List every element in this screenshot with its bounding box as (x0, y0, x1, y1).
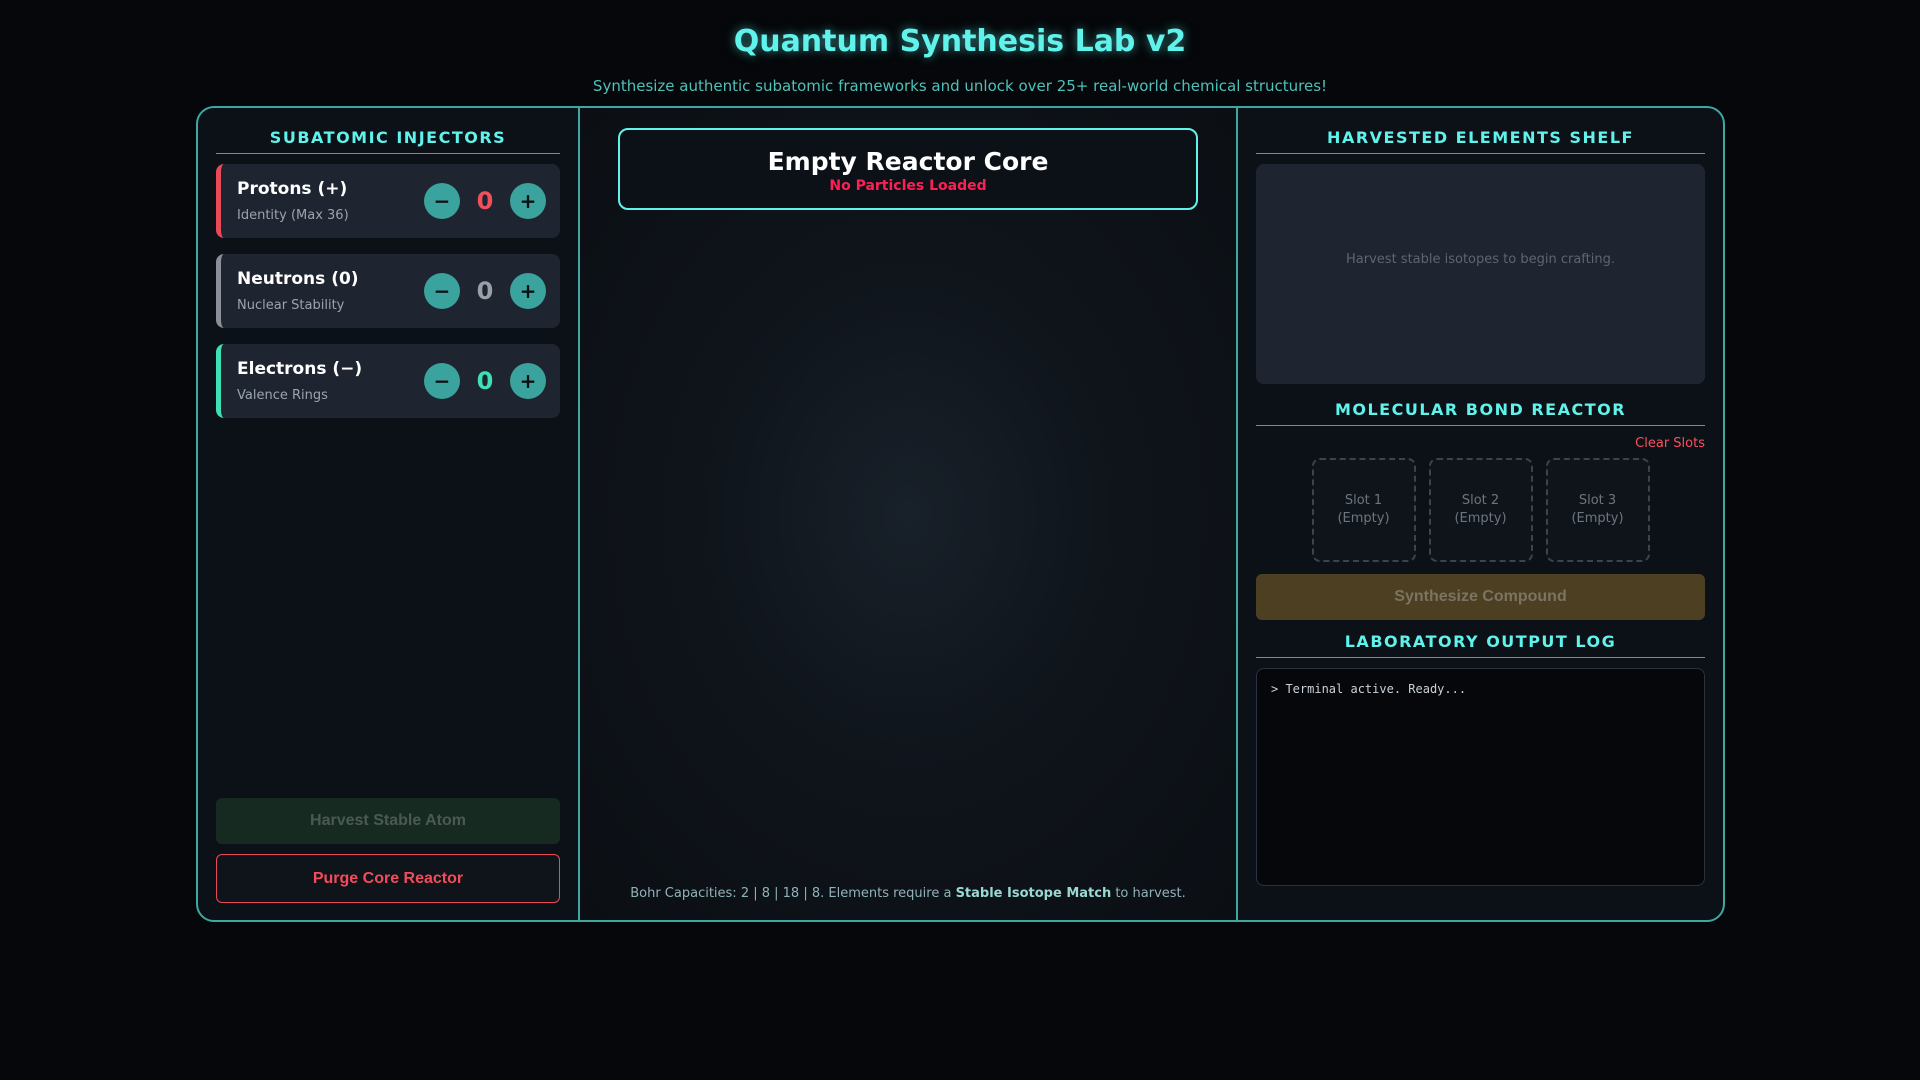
bond-slot-2[interactable]: Slot 2 (Empty) (1428, 458, 1533, 562)
neutron-injector: Neutrons (0) Nuclear Stability − 0 + (216, 254, 560, 328)
electron-decrement-button[interactable]: − (424, 363, 460, 399)
neutron-increment-button[interactable]: + (510, 273, 546, 309)
core-status: No Particles Loaded (829, 178, 987, 194)
bond-slot-3[interactable]: Slot 3 (Empty) (1545, 458, 1650, 562)
neutron-name: Neutrons (0) (237, 269, 359, 289)
neutron-decrement-button[interactable]: − (424, 273, 460, 309)
reactor-core-panel: Empty Reactor Core No Particles Loaded B… (580, 108, 1238, 920)
electron-desc: Valence Rings (237, 388, 328, 403)
proton-name: Protons (+) (237, 179, 348, 199)
app-subtitle: Synthesize authentic subatomic framework… (592, 77, 1328, 95)
bond-reactor-title: MOLECULAR BOND REACTOR (1256, 400, 1705, 426)
slot-label: Slot 2 (1461, 493, 1500, 508)
proton-desc: Identity (Max 36) (237, 208, 349, 223)
purge-reactor-button[interactable]: Purge Core Reactor (216, 854, 560, 903)
synthesize-compound-button[interactable]: Synthesize Compound (1256, 574, 1705, 620)
bond-slot-1[interactable]: Slot 1 (Empty) (1311, 458, 1416, 562)
slot-state: (Empty) (1571, 511, 1624, 526)
electron-name: Electrons (−) (237, 359, 363, 379)
proton-count: 0 (476, 187, 494, 215)
slot-label: Slot 1 (1344, 493, 1383, 508)
neutron-count: 0 (476, 277, 494, 305)
lab-panel: SUBATOMIC INJECTORS Protons (+) Identity… (196, 106, 1725, 922)
bohr-note-suffix: to harvest. (1111, 886, 1186, 901)
proton-injector: Protons (+) Identity (Max 36) − 0 + (216, 164, 560, 238)
harvest-atom-button[interactable]: Harvest Stable Atom (216, 798, 560, 844)
clear-slots-link[interactable]: Clear Slots (1256, 436, 1705, 458)
bond-slots: Slot 1 (Empty) Slot 2 (Empty) Slot 3 (Empty… (1256, 458, 1705, 562)
crafting-panel: HARVESTED ELEMENTS SHELF Harvest stable … (1238, 108, 1723, 920)
slot-state: (Empty) (1337, 511, 1390, 526)
injectors-panel: SUBATOMIC INJECTORS Protons (+) Identity… (198, 108, 580, 920)
injectors-title: SUBATOMIC INJECTORS (216, 128, 560, 154)
bohr-note-prefix: Bohr Capacities: 2 | 8 | 18 | 8. Element… (630, 886, 956, 901)
output-log-title: LABORATORY OUTPUT LOG (1256, 632, 1705, 658)
reactor-core-status-box: Empty Reactor Core No Particles Loaded (618, 128, 1198, 210)
log-line: > Terminal active. Ready... (1271, 682, 1467, 696)
bohr-capacities-note: Bohr Capacities: 2 | 8 | 18 | 8. Element… (580, 886, 1236, 901)
proton-decrement-button[interactable]: − (424, 183, 460, 219)
slot-label: Slot 3 (1578, 493, 1617, 508)
app-header: Quantum Synthesis Lab v2 Synthesize auth… (0, 0, 1920, 106)
electron-count: 0 (476, 367, 494, 395)
slot-state: (Empty) (1454, 511, 1507, 526)
bohr-note-bold: Stable Isotope Match (955, 886, 1112, 901)
proton-increment-button[interactable]: + (510, 183, 546, 219)
shelf-title: HARVESTED ELEMENTS SHELF (1256, 128, 1705, 154)
neutron-desc: Nuclear Stability (237, 298, 345, 313)
shelf-placeholder: Harvest stable isotopes to begin craftin… (1346, 251, 1615, 267)
electron-increment-button[interactable]: + (510, 363, 546, 399)
output-log[interactable]: > Terminal active. Ready... (1256, 668, 1705, 886)
electron-injector: Electrons (−) Valence Rings − 0 + (216, 344, 560, 418)
app-title: Quantum Synthesis Lab v2 (733, 24, 1187, 59)
core-title: Empty Reactor Core (767, 147, 1049, 176)
elements-shelf: Harvest stable isotopes to begin craftin… (1256, 164, 1705, 384)
